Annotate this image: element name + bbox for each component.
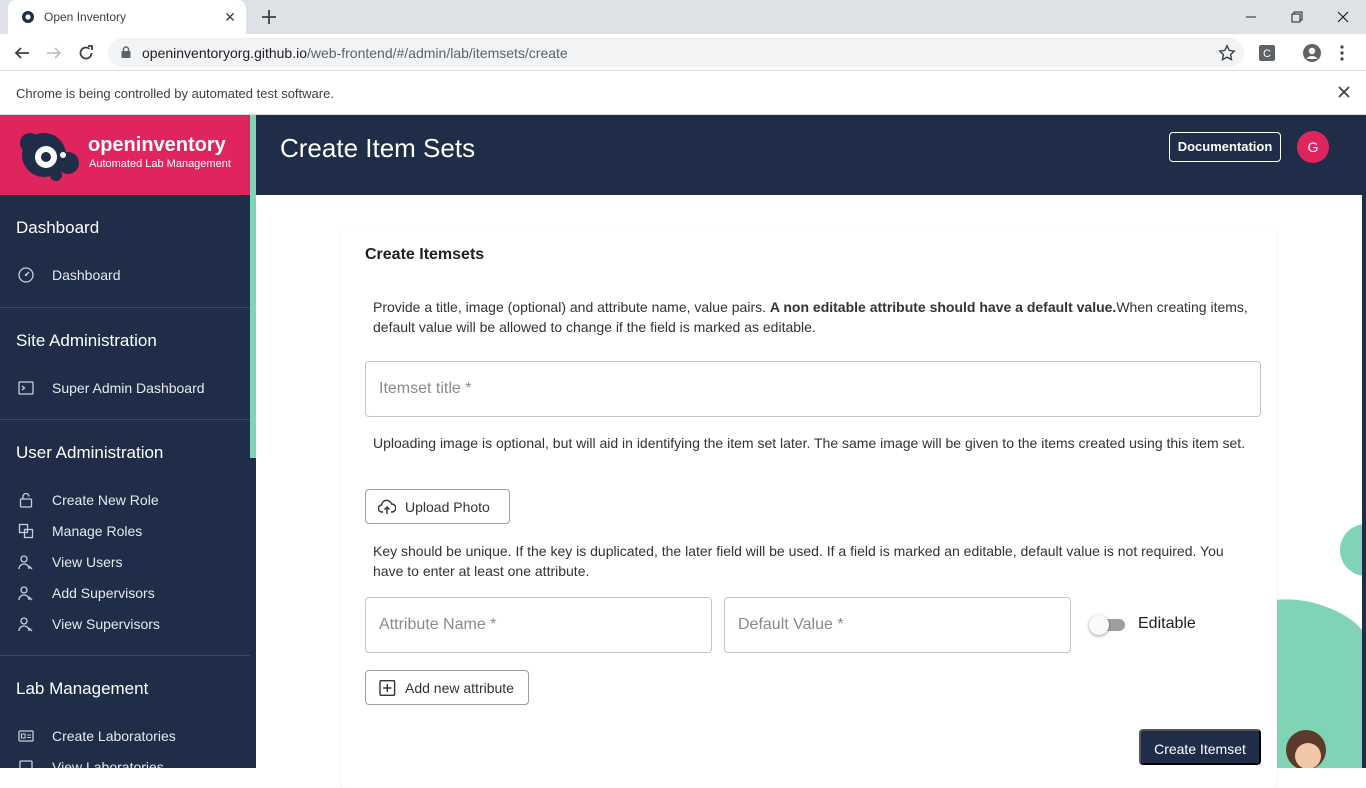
brand-tagline: Automated Lab Management (89, 158, 231, 170)
default-value-placeholder: Default Value * (738, 616, 844, 633)
page-title: Create Item Sets (280, 133, 476, 163)
forward-icon[interactable] (42, 41, 66, 65)
sidebar: openinventory Automated Lab Management D… (0, 115, 250, 768)
reload-icon[interactable] (74, 41, 98, 65)
tab-title: Open Inventory (44, 10, 127, 24)
brand-header[interactable]: openinventory Automated Lab Management (0, 115, 250, 195)
sidebar-section-dashboard: Dashboard Dashboard (0, 195, 250, 307)
bookmark-star-icon[interactable] (1218, 44, 1236, 62)
profile-icon[interactable] (1300, 41, 1324, 65)
plus-square-icon (379, 680, 396, 696)
sidebar-section-title: Lab Management (16, 679, 149, 698)
address-bar[interactable]: openinventoryorg.github.io/web-frontend/… (108, 38, 1244, 67)
sidebar-item-label: Create Laboratories (52, 728, 176, 744)
add-attribute-label: Add new attribute (405, 680, 514, 696)
gauge-icon (18, 267, 34, 283)
sidebar-item-super-admin-dashboard[interactable]: Super Admin Dashboard (0, 374, 250, 402)
sidebar-section-user-admin: User Administration Create New Role Mana… (0, 419, 250, 655)
sidebar-item-create-new-role[interactable]: Create New Role (0, 486, 250, 514)
image-help-text: Uploading image is optional, but will ai… (373, 435, 1246, 451)
itemset-title-placeholder: Itemset title * (379, 380, 472, 397)
sidebar-section-title: Dashboard (16, 218, 100, 237)
sidebar-item-label: View Laboratories (52, 759, 164, 768)
upload-photo-button[interactable]: Upload Photo (365, 489, 510, 524)
sidebar-item-view-users[interactable]: View Users (0, 548, 250, 576)
url-text: openinventoryorg.github.io/web-frontend/… (142, 45, 568, 61)
minimize-icon[interactable] (1228, 0, 1274, 34)
close-window-icon[interactable] (1320, 0, 1366, 34)
sidebar-item-label: Dashboard (52, 267, 121, 283)
sidebar-item-view-laboratories[interactable]: View Laboratories (0, 753, 250, 768)
upload-photo-label: Upload Photo (405, 499, 490, 515)
users-icon (18, 586, 33, 601)
decorative-illustration (1276, 524, 1362, 768)
itemset-title-field[interactable]: Itemset title * (365, 361, 1261, 417)
brand-name: openinventory (88, 134, 226, 156)
sidebar-item-label: View Users (52, 554, 123, 570)
editable-label: Editable (1138, 615, 1196, 632)
avatar[interactable]: G (1297, 131, 1329, 163)
toggle-thumb (1089, 615, 1109, 635)
lock-icon (19, 492, 33, 508)
sidebar-item-label: Add Supervisors (52, 585, 155, 601)
sidebar-item-create-laboratories[interactable]: Create Laboratories (0, 722, 250, 750)
sidebar-item-add-supervisors[interactable]: Add Supervisors (0, 579, 250, 607)
page-header: Create Item Sets Documentation G (256, 115, 1362, 195)
sidebar-item-label: View Supervisors (52, 616, 160, 632)
openinventory-logo-icon (20, 133, 79, 181)
url-path: /web-frontend/#/admin/lab/itemsets/creat… (307, 45, 568, 61)
sidebar-item-label: Super Admin Dashboard (52, 380, 205, 396)
terminal-icon (18, 381, 34, 395)
default-value-field[interactable]: Default Value * (724, 597, 1071, 653)
users-icon (18, 617, 33, 632)
automation-infobar: Chrome is being controlled by automated … (0, 71, 1366, 115)
intro-text: Provide a title, image (optional) and at… (373, 299, 770, 315)
layers-icon (18, 523, 34, 539)
sidebar-item-manage-roles[interactable]: Manage Roles (0, 517, 250, 545)
lock-icon (121, 46, 131, 58)
attribute-name-placeholder: Attribute Name * (379, 616, 497, 633)
extension-icon[interactable]: C (1255, 41, 1279, 65)
sidebar-item-dashboard[interactable]: Dashboard (0, 261, 250, 289)
restore-icon[interactable] (1274, 0, 1320, 34)
sidebar-section-title: Site Administration (16, 331, 157, 350)
card-title: Create Itemsets (365, 246, 485, 263)
sidebar-item-label: Manage Roles (52, 523, 143, 539)
tab-close-icon[interactable]: ✕ (222, 9, 238, 25)
id-card-icon (18, 730, 34, 742)
cloud-upload-icon (378, 499, 396, 514)
sidebar-item-label: Create New Role (52, 492, 159, 508)
intro-description: Provide a title, image (optional) and at… (373, 297, 1253, 337)
square-icon (19, 760, 33, 768)
back-icon[interactable] (10, 41, 34, 65)
openinventory-favicon-icon (22, 11, 34, 23)
documentation-button[interactable]: Documentation (1169, 132, 1281, 162)
key-help-text: Key should be unique. If the key is dupl… (373, 543, 1224, 579)
browser-tab[interactable]: Open Inventory ✕ (8, 0, 246, 34)
svg-text:C: C (1263, 48, 1271, 60)
url-host: openinventoryorg.github.io (142, 45, 308, 61)
editable-toggle[interactable] (1089, 615, 1127, 635)
sidebar-section-title: User Administration (16, 443, 164, 462)
infobar-close-icon[interactable] (1336, 84, 1352, 100)
browser-tabstrip: Open Inventory ✕ (0, 0, 1366, 34)
page-scrollbar[interactable] (1362, 115, 1366, 768)
browser-toolbar: openinventoryorg.github.io/web-frontend/… (0, 34, 1366, 71)
sidebar-item-view-supervisors[interactable]: View Supervisors (0, 610, 250, 638)
add-new-attribute-button[interactable]: Add new attribute (365, 670, 529, 705)
sidebar-section-site-admin: Site Administration Super Admin Dashboar… (0, 307, 250, 419)
sidebar-scrollbar-track (250, 458, 256, 768)
menu-kebab-icon[interactable] (1330, 41, 1354, 65)
users-icon (18, 555, 33, 570)
infobar-text: Chrome is being controlled by automated … (16, 86, 334, 101)
attribute-name-field[interactable]: Attribute Name * (365, 597, 712, 653)
new-tab-icon[interactable] (258, 6, 280, 28)
create-itemsets-card: Create Itemsets Provide a title, image (… (341, 228, 1277, 788)
sidebar-section-lab-management: Lab Management Create Laboratories View … (0, 655, 250, 768)
create-itemset-button[interactable]: Create Itemset (1139, 729, 1261, 765)
intro-bold-text: A non editable attribute should have a d… (769, 299, 1117, 315)
